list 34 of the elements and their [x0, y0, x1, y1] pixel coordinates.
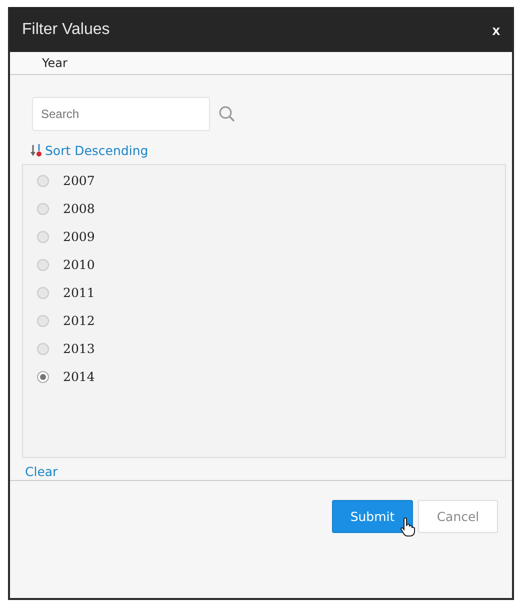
year-option[interactable]: 2014 — [23, 362, 505, 391]
close-button[interactable]: x — [490, 22, 502, 38]
option-label: 2011 — [63, 285, 95, 300]
option-label: 2010 — [63, 257, 95, 272]
radio-button[interactable] — [37, 370, 49, 383]
year-option[interactable]: 2007 — [23, 166, 505, 195]
radio-button[interactable] — [37, 342, 49, 355]
clear-link[interactable]: Clear — [25, 464, 58, 479]
option-label: 2012 — [63, 313, 95, 328]
radio-button[interactable] — [37, 286, 49, 299]
sort-descending-link[interactable]: Sort Descending — [45, 142, 148, 158]
option-label: 2007 — [63, 173, 95, 188]
search-icon[interactable] — [218, 104, 236, 123]
dialog-title: Filter Values — [22, 20, 110, 39]
radio-button[interactable] — [37, 202, 49, 215]
year-option[interactable]: 2012 — [23, 306, 505, 335]
radio-button[interactable] — [37, 258, 49, 271]
year-option[interactable]: 2009 — [23, 222, 505, 251]
option-label: 2009 — [63, 229, 95, 244]
option-label: 2008 — [63, 201, 95, 216]
option-label: 2014 — [63, 369, 95, 384]
year-option[interactable]: 2010 — [23, 250, 505, 279]
radio-button[interactable] — [37, 174, 49, 187]
option-label: 2013 — [63, 341, 95, 356]
year-option[interactable]: 2013 — [23, 334, 505, 363]
radio-button[interactable] — [37, 230, 49, 243]
radio-button[interactable] — [37, 314, 49, 327]
hand-cursor-icon — [400, 516, 416, 537]
sort-icon — [30, 142, 43, 158]
year-option[interactable]: 2011 — [23, 278, 505, 307]
search-field[interactable]: Search — [32, 96, 210, 131]
column-label: Year — [42, 56, 68, 70]
year-option[interactable]: 2008 — [23, 194, 505, 223]
cancel-button[interactable]: Cancel — [418, 500, 498, 533]
